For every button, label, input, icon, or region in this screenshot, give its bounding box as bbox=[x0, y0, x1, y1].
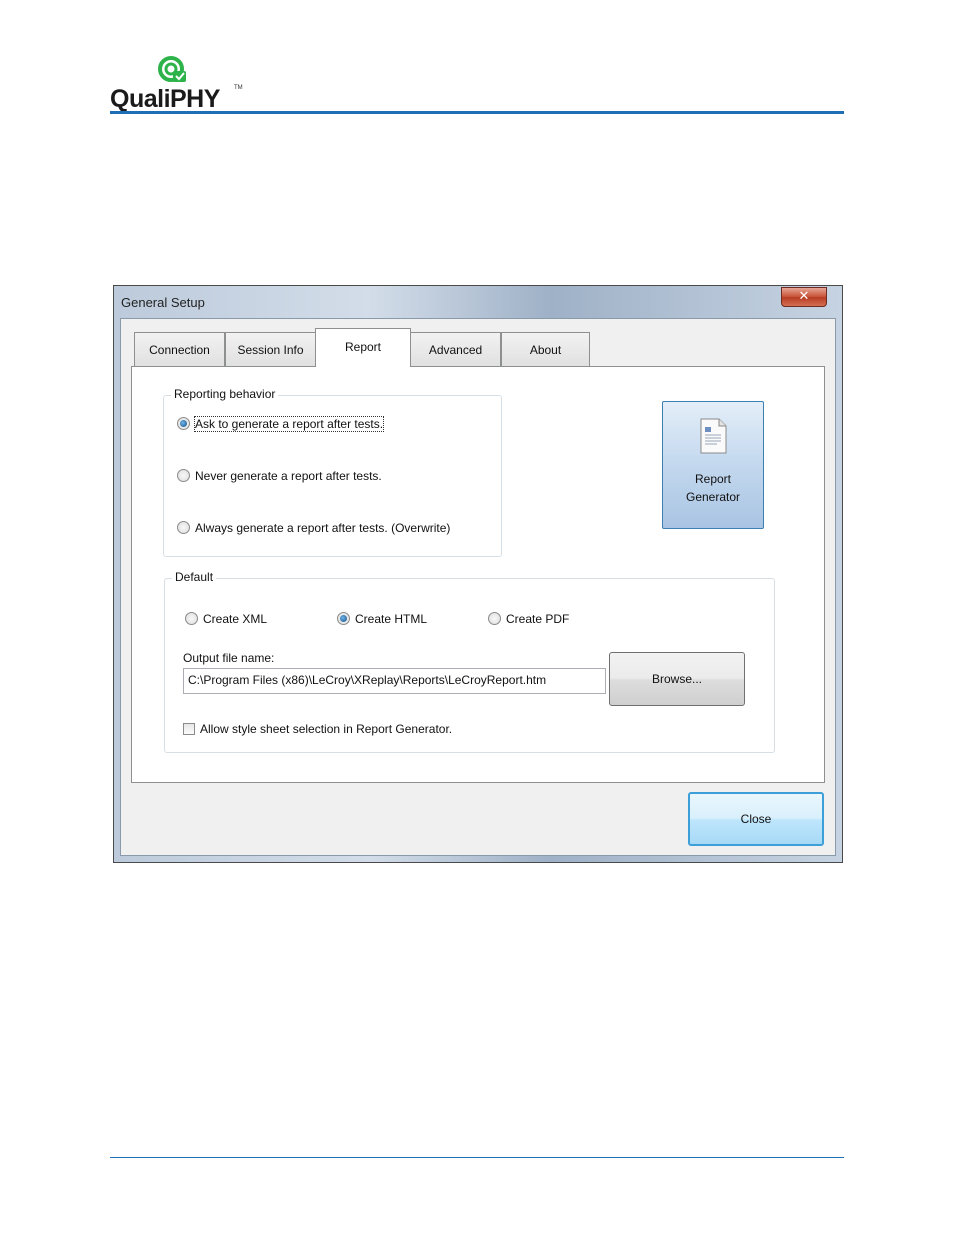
reporting-behavior-label: Reporting behavior bbox=[171, 387, 279, 401]
radio-unselected-icon[interactable] bbox=[185, 612, 198, 626]
create-html-label: Create HTML bbox=[355, 612, 428, 626]
radio-always-label: Always generate a report after tests. (O… bbox=[195, 521, 451, 535]
radio-selected-icon[interactable] bbox=[177, 417, 190, 431]
general-setup-dialog: General Setup ✕ Connection Session Info … bbox=[113, 285, 843, 863]
document-icon bbox=[700, 418, 727, 454]
tab-connection[interactable]: Connection bbox=[134, 332, 225, 367]
qualiphy-logo: QualiPHY TM bbox=[110, 55, 250, 113]
logo-wordmark: QualiPHY bbox=[110, 85, 220, 113]
radio-unselected-icon[interactable] bbox=[177, 469, 190, 483]
create-pdf-label: Create PDF bbox=[506, 612, 570, 626]
style-sheet-checkbox[interactable] bbox=[183, 722, 195, 735]
output-file-name-label: Output file name: bbox=[183, 651, 275, 665]
report-generator-label-line2: Generator bbox=[685, 490, 741, 504]
radio-ask-report[interactable]: Ask to generate a report after tests. bbox=[177, 416, 385, 432]
window-close-button[interactable]: ✕ bbox=[781, 287, 827, 307]
close-icon: ✕ bbox=[798, 289, 810, 304]
reporting-behavior-group: Reporting behavior Ask to generate a rep… bbox=[163, 387, 502, 557]
close-button[interactable]: Close bbox=[688, 792, 824, 846]
output-file-name-input[interactable]: C:\Program Files (x86)\LeCroy\XReplay\Re… bbox=[183, 668, 606, 694]
create-xml-label: Create XML bbox=[203, 612, 268, 626]
tab-about[interactable]: About bbox=[501, 332, 590, 367]
header-rule bbox=[110, 111, 844, 114]
title-bar[interactable]: General Setup ✕ bbox=[114, 286, 842, 318]
style-sheet-label: Allow style sheet selection in Report Ge… bbox=[200, 722, 453, 736]
default-group-label: Default bbox=[172, 570, 217, 584]
radio-unselected-icon[interactable] bbox=[488, 612, 501, 626]
tab-advanced[interactable]: Advanced bbox=[410, 332, 501, 367]
radio-create-xml[interactable]: Create XML bbox=[185, 612, 267, 626]
radio-never-label: Never generate a report after tests. bbox=[195, 469, 382, 483]
style-sheet-checkbox-row[interactable]: Allow style sheet selection in Report Ge… bbox=[183, 722, 452, 736]
trademark-mark: TM bbox=[234, 85, 243, 91]
report-tab-panel: Reporting behavior Ask to generate a rep… bbox=[131, 366, 825, 783]
report-generator-button[interactable]: Report Generator bbox=[662, 401, 764, 529]
report-generator-label-line1: Report bbox=[694, 472, 732, 486]
browse-button[interactable]: Browse... bbox=[609, 652, 745, 706]
dialog-title: General Setup bbox=[121, 295, 205, 310]
radio-always-report[interactable]: Always generate a report after tests. (O… bbox=[177, 521, 450, 535]
dialog-client-area: Connection Session Info Report Advanced … bbox=[120, 318, 836, 856]
tab-report[interactable]: Report bbox=[315, 328, 411, 367]
radio-never-report[interactable]: Never generate a report after tests. bbox=[177, 469, 382, 483]
tab-session-info[interactable]: Session Info bbox=[225, 332, 316, 367]
radio-ask-label: Ask to generate a report after tests. bbox=[193, 416, 385, 432]
radio-create-html[interactable]: Create HTML bbox=[337, 612, 427, 626]
qualiphy-logo-icon bbox=[158, 56, 186, 82]
radio-selected-icon[interactable] bbox=[337, 612, 350, 626]
default-group: Default Create XML Create HTML Create PD… bbox=[164, 570, 775, 753]
radio-create-pdf[interactable]: Create PDF bbox=[488, 612, 569, 626]
radio-unselected-icon[interactable] bbox=[177, 521, 190, 535]
footer-rule bbox=[110, 1157, 844, 1158]
